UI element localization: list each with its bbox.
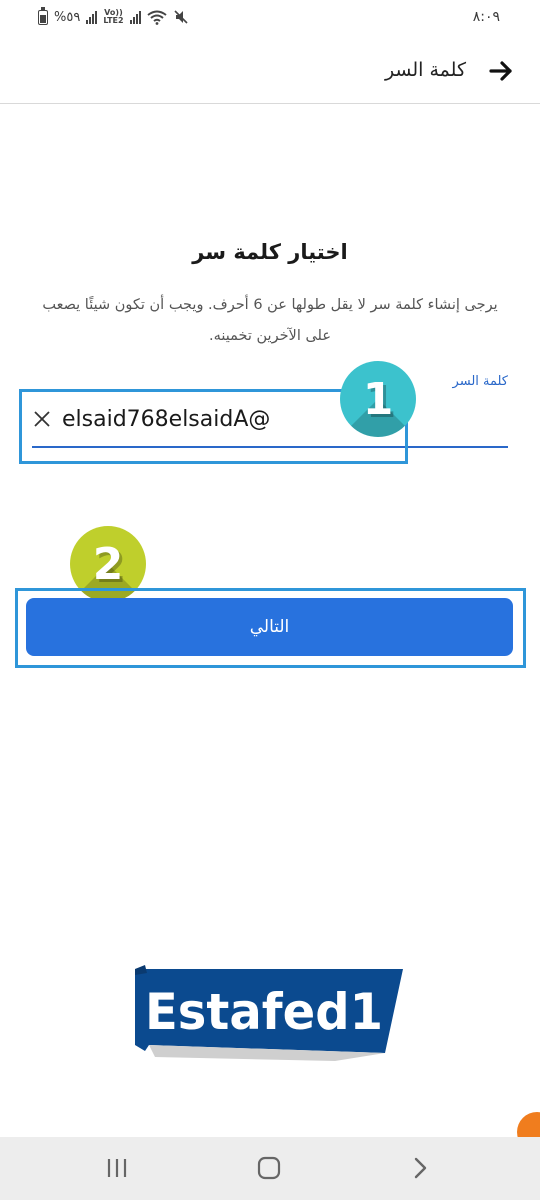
mute-icon [174, 10, 188, 24]
status-time: ٨:٠٩ [472, 9, 500, 25]
watermark-text: Estafed1 [145, 983, 383, 1041]
page-description: يرجى إنشاء كلمة سر لا يقل طولها عن 6 أحر… [42, 297, 498, 344]
battery-icon [38, 6, 48, 25]
next-button[interactable]: التالي [26, 598, 513, 656]
system-nav-bar [0, 1137, 540, 1200]
page-header-title: كلمة السر [384, 59, 466, 81]
watermark-logo: Estafed1 [135, 965, 403, 1061]
home-icon[interactable] [256, 1155, 282, 1181]
arrow-right-icon[interactable] [488, 58, 514, 84]
signal-icon [86, 10, 98, 24]
step-badge-1: 1 [340, 361, 416, 437]
password-field-label: كلمة السر [452, 374, 508, 389]
app-header: كلمة السر [0, 40, 540, 104]
step-badge-1-number: 1 [362, 373, 394, 425]
recent-apps-icon[interactable] [104, 1157, 130, 1179]
page-title: اختيار كلمة سر [192, 240, 348, 264]
signal-icon-2 [129, 10, 141, 24]
status-bar: %٥٩ Vo)) LTE2 ٨:٠٩ [0, 0, 540, 36]
wifi-icon [146, 10, 167, 25]
status-icons: %٥٩ Vo)) LTE2 [38, 6, 189, 25]
battery-percent: %٥٩ [54, 9, 81, 25]
chevron-right-icon[interactable] [410, 1155, 432, 1181]
volte-icon: Vo)) LTE2 [103, 8, 124, 25]
